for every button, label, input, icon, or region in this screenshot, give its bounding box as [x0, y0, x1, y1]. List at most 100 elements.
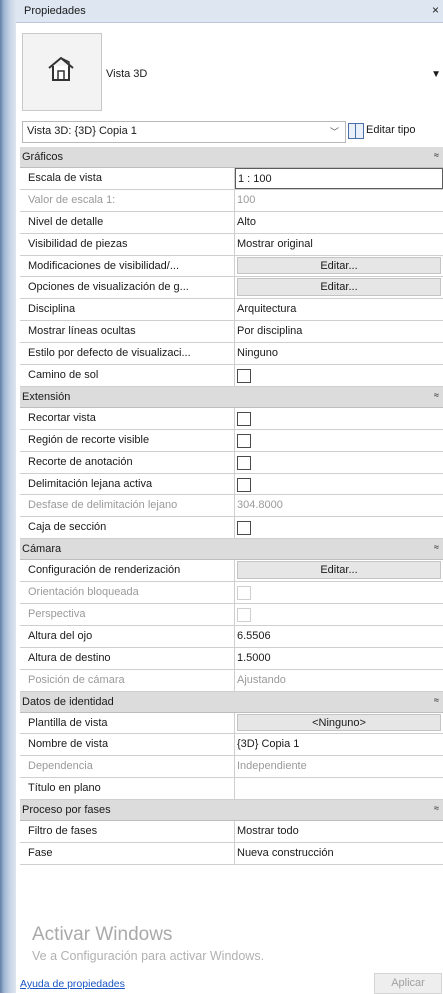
- property-value-cell[interactable]: Por disciplina: [234, 321, 443, 343]
- collapse-icon[interactable]: ≈: [434, 542, 439, 552]
- section-title: Datos de identidad: [22, 695, 114, 708]
- property-row: Posición de cámara Ajustando: [20, 669, 443, 692]
- property-value-cell: Independiente: [234, 756, 443, 778]
- property-row: Desfase de delimitación lejano 304.8000: [20, 495, 443, 518]
- panel-titlebar: Propiedades ×: [16, 0, 443, 23]
- property-value: Alto: [237, 215, 256, 228]
- collapse-icon[interactable]: ≈: [434, 390, 439, 400]
- edit-type-button[interactable]: Editar tipo: [348, 121, 443, 143]
- property-value-cell[interactable]: Ninguno: [234, 343, 443, 365]
- properties-panel: Propiedades × Vista 3D ▼ Vista 3D: {3D} …: [16, 0, 443, 994]
- property-value-cell[interactable]: Editar...: [234, 560, 443, 582]
- property-value-cell[interactable]: [234, 517, 443, 539]
- house-3d-icon: [22, 33, 102, 111]
- property-name: Título en plano: [28, 782, 101, 795]
- property-value: Ajustando: [237, 673, 286, 686]
- property-name: Posición de cámara: [28, 673, 125, 686]
- apply-button[interactable]: Aplicar: [374, 973, 442, 994]
- property-value-cell[interactable]: Arquitectura: [234, 299, 443, 321]
- property-input[interactable]: 1 : 100: [235, 168, 443, 189]
- property-row: Valor de escala 1: 100: [20, 189, 443, 212]
- property-value-cell[interactable]: [234, 407, 443, 429]
- property-value: 1.5000: [237, 651, 271, 664]
- property-row: Altura de destino 1.5000: [20, 647, 443, 670]
- property-name: Mostrar líneas ocultas: [28, 325, 136, 338]
- property-row: Mostrar líneas ocultas Por disciplina: [20, 321, 443, 344]
- property-value-cell[interactable]: {3D} Copia 1: [234, 734, 443, 756]
- property-row: Camino de sol: [20, 365, 443, 387]
- property-value-cell[interactable]: <Ninguno>: [234, 712, 443, 734]
- property-name: Visibilidad de piezas: [28, 237, 128, 250]
- properties-grid: Gráficos ≈ Escala de vista 1 : 100 Valor de …: [20, 147, 443, 865]
- property-value-cell: 100: [234, 189, 443, 211]
- property-name: Altura del ojo: [28, 629, 93, 642]
- collapse-icon[interactable]: ≈: [434, 695, 439, 705]
- property-value: Ninguno: [237, 347, 278, 360]
- instance-dropdown[interactable]: Vista 3D: {3D} Copia 1 ﹀: [22, 121, 346, 143]
- section-title: Gráficos: [22, 151, 63, 163]
- type-selector[interactable]: Vista 3D ▼: [16, 23, 443, 119]
- property-name: Camino de sol: [28, 369, 99, 382]
- window-left-edge: [0, 0, 16, 993]
- property-name: Plantilla de vista: [28, 716, 108, 729]
- property-value: 100: [237, 193, 256, 206]
- property-value-cell: [234, 582, 443, 604]
- property-row: Caja de sección: [20, 517, 443, 540]
- section-header[interactable]: Gráficos ≈: [20, 147, 443, 168]
- property-value: 304.8000: [237, 499, 283, 512]
- property-value-cell[interactable]: [234, 473, 443, 495]
- property-value: Mostrar original: [237, 237, 313, 250]
- help-link[interactable]: Ayuda de propiedades: [20, 978, 125, 990]
- property-value-cell[interactable]: Mostrar todo: [234, 821, 443, 843]
- property-value-cell[interactable]: 6.5506: [234, 625, 443, 647]
- property-edit-button[interactable]: Editar...: [237, 278, 441, 297]
- property-value-cell[interactable]: Mostrar original: [234, 233, 443, 255]
- property-value-cell[interactable]: [234, 778, 443, 800]
- property-value-cell[interactable]: Alto: [234, 211, 443, 233]
- property-checkbox[interactable]: [237, 433, 251, 448]
- close-icon[interactable]: ×: [432, 3, 439, 17]
- property-name: Orientación bloqueada: [28, 586, 139, 599]
- property-row: Fase Nueva construcción: [20, 843, 443, 865]
- property-row: Filtro de fases Mostrar todo: [20, 821, 443, 844]
- property-value-cell[interactable]: [234, 451, 443, 473]
- property-value-cell[interactable]: Editar...: [234, 277, 443, 299]
- property-name: Desfase de delimitación lejano: [28, 499, 178, 512]
- property-value-cell[interactable]: Nueva construcción: [234, 843, 443, 864]
- property-value: Mostrar todo: [237, 825, 299, 838]
- property-row: Recorte de anotación: [20, 451, 443, 474]
- property-value-cell[interactable]: [234, 429, 443, 451]
- property-row: Disciplina Arquitectura: [20, 299, 443, 322]
- property-row: Opciones de visualización de g... Editar.…: [20, 277, 443, 300]
- property-name: Altura de destino: [28, 651, 111, 664]
- property-input-value: 1 : 100: [238, 173, 272, 185]
- property-name: Configuración de renderización: [28, 564, 181, 577]
- property-checkbox[interactable]: [237, 521, 251, 536]
- collapse-icon[interactable]: ≈: [434, 803, 439, 813]
- property-edit-button[interactable]: Editar...: [237, 256, 441, 275]
- property-checkbox[interactable]: [237, 477, 251, 492]
- property-value-cell[interactable]: Editar...: [234, 255, 443, 277]
- chevron-down-icon[interactable]: ▼: [431, 69, 441, 80]
- instance-selected: Vista 3D: {3D} Copia 1: [27, 125, 137, 137]
- section-header[interactable]: Cámara ≈: [20, 539, 443, 561]
- section-header[interactable]: Datos de identidad ≈: [20, 691, 443, 713]
- property-row: Recortar vista: [20, 407, 443, 430]
- collapse-icon[interactable]: ≈: [434, 150, 439, 160]
- property-value-cell[interactable]: [234, 365, 443, 386]
- property-row: Delimitación lejana activa: [20, 473, 443, 496]
- property-edit-button[interactable]: <Ninguno>: [237, 713, 441, 732]
- property-name: Dependencia: [28, 760, 93, 773]
- section-header[interactable]: Proceso por fases ≈: [20, 800, 443, 822]
- property-checkbox[interactable]: [237, 369, 251, 384]
- property-value-cell[interactable]: 1.5000: [234, 647, 443, 669]
- property-value: 6.5506: [237, 629, 271, 642]
- property-value-cell[interactable]: 1 : 100: [234, 168, 443, 189]
- property-checkbox[interactable]: [237, 455, 251, 470]
- property-edit-button[interactable]: Editar...: [237, 561, 441, 580]
- property-row: Plantilla de vista <Ninguno>: [20, 712, 443, 735]
- property-row: Dependencia Independiente: [20, 756, 443, 779]
- section-header[interactable]: Extensión ≈: [20, 386, 443, 408]
- property-checkbox[interactable]: [237, 411, 251, 426]
- instance-row: Vista 3D: {3D} Copia 1 ﹀ Editar tipo: [16, 119, 443, 145]
